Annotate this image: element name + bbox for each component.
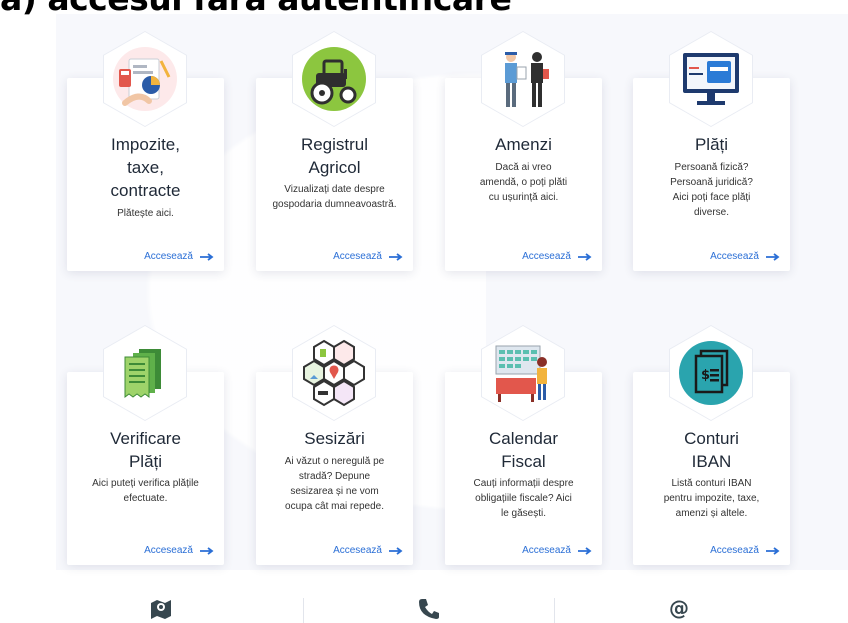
access-link-label: Accesează xyxy=(333,251,382,262)
card-description: Persoană fizică? Persoană juridică? Aici… xyxy=(670,162,753,218)
card-title: Conturi IBAN xyxy=(684,429,739,471)
card-title: Plăți xyxy=(694,135,729,154)
city-report-icon xyxy=(303,339,365,407)
card-title: Calendar Fiscal xyxy=(489,429,558,471)
bank-accounts-icon: $ xyxy=(679,341,743,405)
card-title: Impozite, taxe, contracte xyxy=(110,135,181,200)
arrow-right-icon xyxy=(578,546,592,555)
access-link[interactable]: Accesează xyxy=(710,251,780,262)
access-link[interactable]: Accesează xyxy=(710,545,780,556)
card-title: Registrul Agricol xyxy=(300,135,369,177)
payment-monitor-icon xyxy=(683,53,739,105)
svg-text:$: $ xyxy=(701,368,710,383)
card-description: Ai văzut o neregulă pe stradă? Depune se… xyxy=(284,456,385,512)
police-fine-icon xyxy=(505,52,549,107)
arrow-right-icon xyxy=(578,252,592,261)
card-description: Plătește aici. xyxy=(117,208,174,219)
access-link[interactable]: Accesează xyxy=(522,251,592,262)
arrow-right-icon xyxy=(766,546,780,555)
access-link-label: Accesează xyxy=(710,251,759,262)
email-icon[interactable]: @ xyxy=(669,596,689,620)
card-sesizari[interactable]: Sesizări Ai văzut o neregulă pe stradă? … xyxy=(256,325,413,565)
access-link-label: Accesează xyxy=(144,545,193,556)
card-conturi-iban[interactable]: $ Conturi IBAN Listă conturi IBAN pentru… xyxy=(633,325,790,565)
access-link[interactable]: Accesează xyxy=(333,251,403,262)
access-link-label: Accesează xyxy=(333,545,382,556)
card-amenzi[interactable]: Amenzi Dacă ai vreo amendă, o poți plăti… xyxy=(445,31,602,271)
access-link[interactable]: Accesează xyxy=(522,545,592,556)
access-link-label: Accesează xyxy=(522,545,571,556)
phone-icon[interactable] xyxy=(418,598,440,620)
access-link-label: Accesează xyxy=(710,545,759,556)
contact-bar: @ xyxy=(0,596,848,623)
card-description: Cauți informații despre obligațiile fisc… xyxy=(473,478,574,519)
arrow-right-icon xyxy=(200,546,214,555)
card-description: Listă conturi IBAN pentru impozite, taxe… xyxy=(663,478,760,519)
card-description: Aici puteți verifica plățile efectuate. xyxy=(92,478,199,504)
map-icon[interactable] xyxy=(150,598,172,620)
card-description: Vizualizați date despre gospodaria dumne… xyxy=(272,184,397,210)
card-calendar-fiscal[interactable]: Calendar Fiscal Cauți informații despre … xyxy=(445,325,602,565)
card-verificare-plati[interactable]: Verificare Plăți Aici puteți verifica pl… xyxy=(67,325,224,565)
card-title: Verificare Plăți xyxy=(110,429,181,471)
card-title: Amenzi xyxy=(495,135,552,154)
access-link[interactable]: Accesează xyxy=(333,545,403,556)
arrow-right-icon xyxy=(200,252,214,261)
card-description: Dacă ai vreo amendă, o poți plăti cu ușu… xyxy=(479,162,568,203)
card-registrul-agricol[interactable]: Registrul Agricol Vizualizați date despr… xyxy=(256,31,413,271)
access-link-label: Accesează xyxy=(522,251,571,262)
arrow-right-icon xyxy=(389,252,403,261)
receipts-icon xyxy=(124,349,161,398)
arrow-right-icon xyxy=(766,252,780,261)
arrow-right-icon xyxy=(389,546,403,555)
access-link[interactable]: Accesează xyxy=(144,251,214,262)
contact-divider xyxy=(303,598,304,623)
contact-divider xyxy=(554,598,555,623)
tractor-icon xyxy=(302,47,366,111)
card-impozite[interactable]: Impozite, taxe, contracte Plătește aici.… xyxy=(67,31,224,271)
card-plati[interactable]: Plăți Persoană fizică? Persoană juridică… xyxy=(633,31,790,271)
access-link[interactable]: Accesează xyxy=(144,545,214,556)
access-link-label: Accesează xyxy=(144,251,193,262)
card-title: Sesizări xyxy=(304,429,365,448)
calendar-icon xyxy=(495,345,547,402)
tax-documents-icon xyxy=(113,47,177,111)
